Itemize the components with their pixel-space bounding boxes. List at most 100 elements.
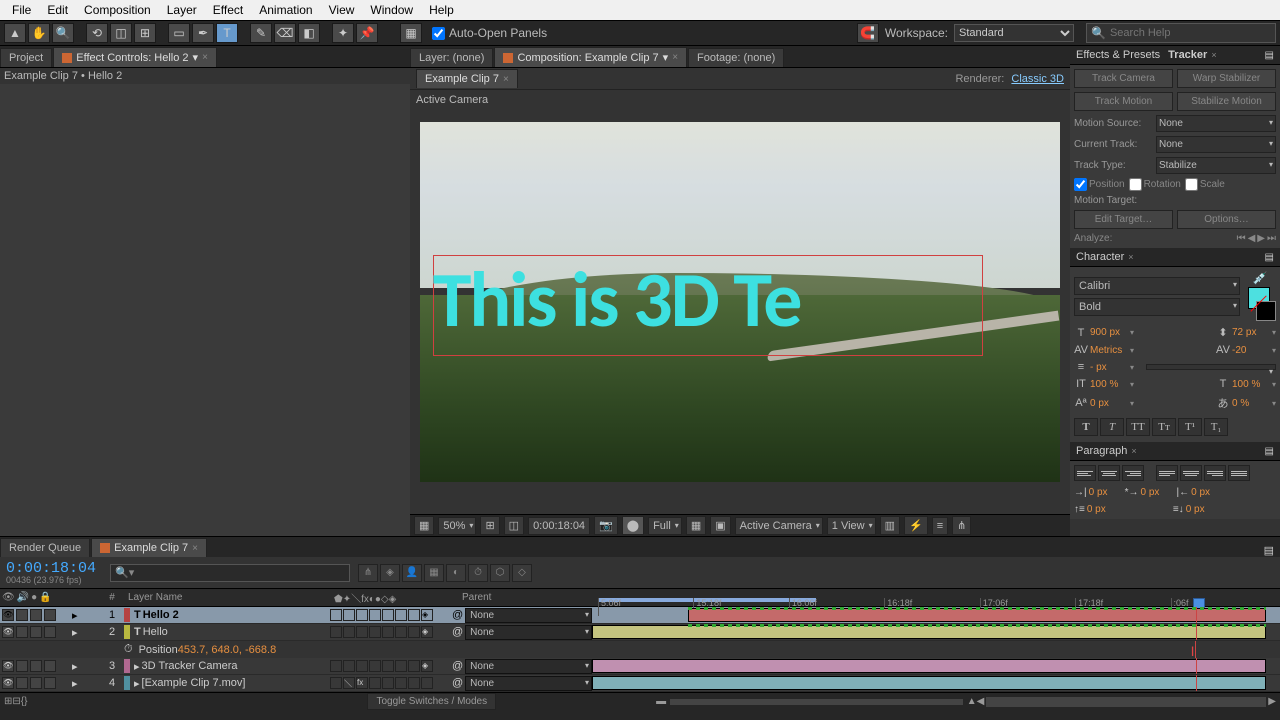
stopwatch-icon[interactable]: ⏱ [124, 643, 133, 656]
analyze-forward-icon[interactable]: ▶ [1257, 233, 1265, 244]
audio-toggle[interactable] [16, 626, 28, 638]
renderer-link[interactable]: Classic 3D [1011, 73, 1064, 85]
zoom-slider[interactable] [670, 699, 963, 705]
italic-button[interactable]: T [1100, 418, 1124, 436]
indent-right-value[interactable]: 0 px [1191, 487, 1223, 498]
visibility-toggle[interactable]: 👁 [2, 626, 14, 638]
time-display[interactable]: 0:00:18:04 [528, 517, 590, 535]
options-button[interactable]: Options… [1177, 210, 1276, 229]
adjustment-switch[interactable] [408, 626, 420, 638]
shy-switch[interactable] [330, 626, 342, 638]
layer-row[interactable]: 👁 ▸ 3 ▸ 3D Tracker Camera ◈ @ None [0, 658, 1280, 675]
eraser-tool-icon[interactable]: ◧ [298, 23, 320, 43]
layer-bar[interactable] [688, 608, 1266, 622]
visibility-toggle[interactable]: 👁 [2, 677, 14, 689]
auto-keyframe-icon[interactable]: ◇ [512, 564, 532, 582]
align-left-button[interactable] [1074, 465, 1096, 481]
snapshot-icon[interactable]: 📷 [594, 516, 618, 535]
justify-center-button[interactable] [1180, 465, 1202, 481]
mask-icon[interactable]: ◫ [504, 516, 524, 535]
stroke-style-select[interactable] [1146, 364, 1276, 370]
3d-switch[interactable]: ◈ [421, 626, 433, 638]
project-tab[interactable]: Project [0, 48, 52, 67]
scroll-right-icon[interactable]: ▶ [1268, 696, 1276, 707]
justify-left-button[interactable] [1156, 465, 1178, 481]
position-checkbox[interactable]: Position [1074, 178, 1125, 191]
fast-preview-icon[interactable]: ⚡ [904, 516, 928, 535]
3d-switch[interactable] [421, 677, 433, 689]
pickwhip-icon[interactable]: @ [452, 677, 463, 689]
zoom-dropdown[interactable]: 50% [438, 517, 476, 535]
edit-target-button[interactable]: Edit Target… [1074, 210, 1173, 229]
audio-toggle[interactable] [16, 609, 28, 621]
layer-bar[interactable] [592, 625, 1266, 639]
adjustment-switch[interactable] [408, 609, 420, 621]
frame-blend-switch[interactable] [382, 609, 394, 621]
solo-toggle[interactable] [30, 609, 42, 621]
stroke-width-value[interactable]: - px [1090, 362, 1128, 373]
bold-button[interactable]: T [1074, 418, 1098, 436]
analyze-forward-step-icon[interactable]: ⏭ [1267, 233, 1276, 244]
smallcaps-button[interactable]: Tᴛ [1152, 418, 1176, 436]
space-after-value[interactable]: 0 px [1186, 504, 1218, 515]
text-tool-icon[interactable]: T [216, 23, 238, 43]
menu-layer[interactable]: Layer [159, 1, 205, 19]
3d-text-layer[interactable]: This is 3D Te [433, 252, 801, 347]
leading-value[interactable]: 72 px [1232, 327, 1270, 338]
snapping-icon[interactable]: 🧲 [857, 23, 879, 43]
audio-toggle[interactable] [16, 660, 28, 672]
zoom-in-icon[interactable]: ▲ [967, 696, 977, 707]
analyze-back-step-icon[interactable]: ⏮ [1237, 233, 1246, 244]
fx-switch[interactable] [369, 677, 381, 689]
subscript-button[interactable]: T₁ [1204, 418, 1228, 436]
kerning-value[interactable]: Metrics [1090, 345, 1128, 356]
flowchart-icon[interactable]: ⋔ [952, 516, 971, 535]
shy-switch[interactable] [330, 660, 342, 672]
effect-controls-tab[interactable]: Effect Controls: Hello 2▾× [53, 47, 217, 67]
close-icon[interactable]: × [1211, 50, 1216, 60]
camera-dropdown[interactable]: Active Camera [735, 517, 823, 535]
character-header[interactable]: Character×▤ [1070, 248, 1280, 267]
fx-switch[interactable] [369, 626, 381, 638]
timeline-comp-tab[interactable]: Example Clip 7× [91, 538, 207, 557]
grid-icon[interactable]: ⊞ [480, 516, 499, 535]
indent-first-value[interactable]: 0 px [1141, 487, 1173, 498]
rotation-tool-icon[interactable]: ⟲ [86, 23, 108, 43]
visibility-toggle[interactable]: 👁 [2, 609, 14, 621]
parent-select[interactable]: None [465, 625, 592, 640]
roto-tool-icon[interactable]: ✦ [332, 23, 354, 43]
layer-name-header[interactable]: Layer Name [124, 592, 334, 603]
visibility-toggle[interactable]: 👁 [2, 660, 14, 672]
twirl-icon[interactable]: ▸ [72, 626, 78, 639]
auto-open-panels-checkbox[interactable]: Auto-Open Panels [432, 26, 547, 40]
layer-color-tag[interactable] [124, 676, 130, 690]
transparency-icon[interactable]: ▦ [686, 516, 706, 535]
fx-switch[interactable] [369, 609, 381, 621]
motion-blur-switch[interactable] [395, 626, 407, 638]
align-center-button[interactable] [1098, 465, 1120, 481]
hand-tool-icon[interactable]: ✋ [28, 23, 50, 43]
adjustment-switch[interactable] [408, 660, 420, 672]
lock-toggle[interactable] [44, 660, 56, 672]
color-swatch[interactable] [1248, 287, 1276, 321]
fx-switch[interactable] [369, 660, 381, 672]
layer-row[interactable]: 👁 ▸ 1 T Hello 2 ◈ @ None [0, 607, 1280, 624]
layer-color-tag[interactable] [124, 625, 130, 639]
align-right-button[interactable] [1122, 465, 1144, 481]
tracker-tab[interactable]: Tracker [1168, 49, 1207, 61]
hscale-value[interactable]: 100 % [1232, 379, 1270, 390]
indent-left-value[interactable]: 0 px [1089, 487, 1121, 498]
baseline-value[interactable]: 0 px [1090, 398, 1128, 409]
layer-row[interactable]: 👁 ▸ 4 ▸ [Example Clip 7.mov] ＼ fx @ None [0, 675, 1280, 692]
eyedropper-icon[interactable]: 💉 [1253, 271, 1268, 285]
draft3d-icon[interactable]: ◈ [380, 564, 400, 582]
3d-switch[interactable]: ◈ [421, 609, 433, 621]
quality-dropdown[interactable]: Full [648, 517, 682, 535]
analyze-back-icon[interactable]: ◀ [1248, 233, 1256, 244]
position-value[interactable]: 453.7, 648.0, -668.8 [178, 644, 438, 656]
shy-icon[interactable]: 👤 [402, 564, 422, 582]
effects-presets-header[interactable]: Effects & Presets Tracker × ▤ [1070, 46, 1280, 65]
menu-window[interactable]: Window [362, 1, 421, 19]
frame-blend-switch[interactable] [382, 660, 394, 672]
panel-menu-icon[interactable]: ▤ [1264, 544, 1274, 557]
